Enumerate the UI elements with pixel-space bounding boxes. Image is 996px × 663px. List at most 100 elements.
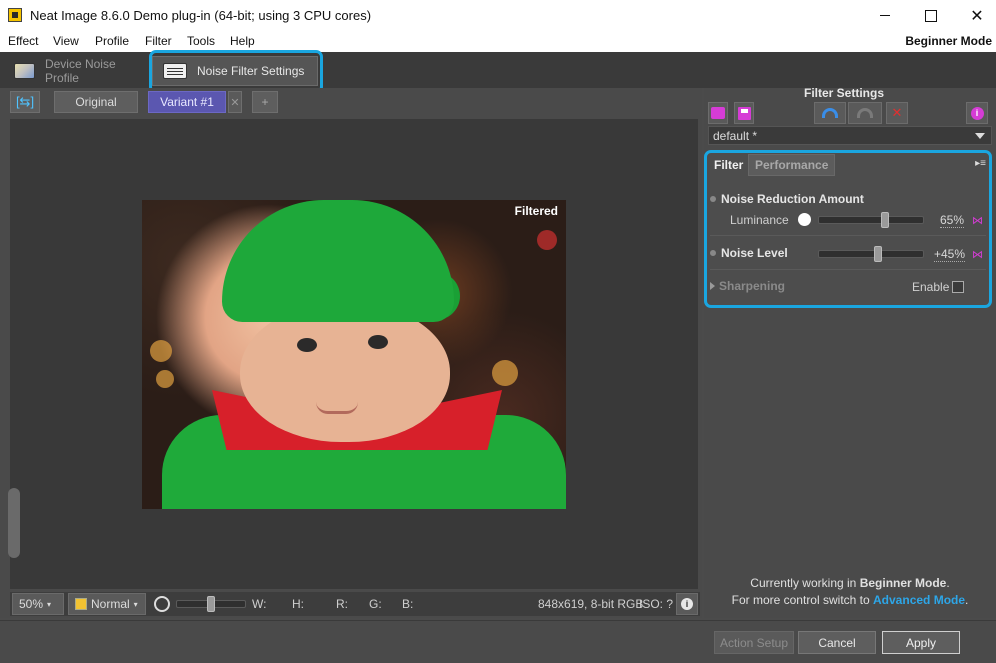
variant-tab-button[interactable]: Variant #1	[148, 91, 226, 113]
tab-filter-label: Noise Filter Settings	[197, 64, 305, 78]
photo-eye	[297, 338, 317, 352]
cancel-button[interactable]: Cancel	[798, 631, 876, 654]
original-button[interactable]: Original	[54, 91, 138, 113]
chevron-down-icon	[975, 133, 985, 139]
filter-settings-pane: Filter Settings ✕ i default * Filter Per…	[704, 86, 996, 618]
preset-value: default *	[713, 128, 758, 143]
iso-readout: ISO: ?	[639, 597, 674, 611]
redo-button[interactable]	[848, 102, 882, 124]
height-readout: H:	[292, 597, 304, 611]
zoom-dropdown[interactable]: 50% ▾	[12, 593, 64, 615]
folder-open-icon	[711, 107, 725, 119]
photo-eye	[368, 335, 388, 349]
noise-level-slider-thumb[interactable]	[874, 246, 882, 262]
save-icon	[737, 106, 751, 120]
advanced-mode-link[interactable]: Advanced Mode	[873, 593, 965, 607]
add-variant-button[interactable]: +	[252, 91, 278, 113]
apply-button[interactable]: Apply	[882, 631, 960, 654]
section-bullet-icon	[710, 196, 716, 202]
preview-pane: [⇆] Original Variant #1 ✕ + Filtered 50%…	[0, 88, 702, 618]
sharpening-section[interactable]: Sharpening	[710, 279, 785, 293]
mode-indicator[interactable]: Beginner Mode	[905, 34, 992, 48]
bokeh-light	[492, 360, 518, 386]
bokeh-light	[156, 370, 174, 388]
luminance-slider[interactable]	[818, 212, 924, 228]
noise-level-section[interactable]: Noise Level	[710, 246, 788, 260]
section-bullet-icon	[710, 250, 716, 256]
image-canvas[interactable]: Filtered	[10, 119, 698, 589]
image-info-button[interactable]: i	[676, 593, 698, 615]
app-logo-icon	[8, 8, 22, 22]
menu-tools[interactable]: Tools	[187, 34, 215, 48]
zoom-value: 50%	[19, 597, 44, 611]
luminance-label: Luminance	[730, 213, 789, 227]
help-info-button[interactable]: i	[966, 102, 988, 124]
noise-level-value[interactable]: +45%	[934, 247, 966, 262]
note-suffix: .	[965, 593, 969, 607]
delete-button[interactable]: ✕	[886, 102, 908, 124]
panel-menu-icon[interactable]: ▸≡	[975, 158, 986, 169]
open-preset-button[interactable]	[708, 102, 728, 124]
compare-view-button[interactable]: [⇆]	[10, 91, 40, 113]
brightness-slider-thumb[interactable]	[207, 596, 215, 612]
bowtie-icon[interactable]: ⋈	[972, 248, 983, 261]
image-info: 848x619, 8-bit RGB	[538, 597, 644, 611]
minimize-button[interactable]	[862, 0, 908, 31]
note-prefix: For more control switch to	[731, 593, 870, 607]
tab-device-noise-profile[interactable]: Device Noise Profile	[4, 56, 148, 86]
note-suffix: .	[946, 576, 950, 590]
view-mode-value: Normal	[91, 597, 130, 611]
main-tab-strip: Device Noise Profile Noise Filter Settin…	[0, 52, 996, 88]
chevron-down-icon: ▾	[47, 599, 52, 609]
undo-button[interactable]	[814, 102, 846, 124]
green-readout: G:	[369, 597, 382, 611]
luminance-indicator-icon	[798, 213, 811, 226]
note-mode: Beginner Mode	[859, 576, 947, 590]
save-preset-button[interactable]	[734, 102, 754, 124]
menu-filter[interactable]: Filter	[145, 34, 172, 48]
luminance-slider-thumb[interactable]	[881, 212, 889, 228]
mode-note-line2: For more control switch to Advanced Mode…	[704, 593, 996, 607]
menu-help[interactable]: Help	[230, 34, 255, 48]
luminance-value[interactable]: 65%	[940, 213, 965, 228]
side-panel-handle[interactable]	[8, 488, 20, 558]
red-readout: R:	[336, 597, 348, 611]
preview-photo[interactable]: Filtered	[142, 200, 566, 509]
noise-reduction-section[interactable]: Noise Reduction Amount	[710, 192, 864, 206]
mode-note-line1: Currently working in Beginner Mode.	[704, 576, 996, 590]
separator	[710, 235, 986, 236]
preset-dropdown[interactable]: default *	[708, 126, 992, 145]
close-button[interactable]: ✕	[954, 0, 996, 31]
menu-view[interactable]: View	[53, 34, 79, 48]
view-mode-dropdown[interactable]: Normal ▾	[68, 593, 146, 615]
sharpening-enable-checkbox[interactable]	[952, 281, 964, 293]
brightness-slider[interactable]	[176, 596, 246, 612]
blue-readout: B:	[402, 597, 414, 611]
photo-hat	[222, 200, 454, 322]
separator	[710, 269, 986, 270]
maximize-button[interactable]	[908, 0, 954, 31]
menu-effect[interactable]: Effect	[8, 34, 38, 48]
photo-mouth	[316, 402, 358, 414]
expand-arrow-icon	[710, 282, 715, 290]
brightness-icon	[154, 596, 170, 612]
subtab-filter[interactable]: Filter	[708, 154, 749, 176]
filtered-label: Filtered	[514, 204, 558, 218]
view-mode-swatch	[75, 598, 87, 610]
sharpening-enable-label: Enable	[912, 280, 950, 294]
info-icon: i	[970, 106, 984, 120]
status-bar: 50% ▾ Normal ▾ W: H: R: G: B: 848x619, 8…	[10, 592, 700, 616]
noise-level-slider[interactable]	[818, 246, 924, 262]
tab-device-label: Device Noise Profile	[44, 57, 116, 85]
noise-reduction-heading: Noise Reduction Amount	[721, 192, 864, 206]
subtab-performance[interactable]: Performance	[748, 154, 836, 176]
action-setup-button[interactable]: Action Setup	[714, 631, 794, 654]
tab-noise-filter-settings[interactable]: Noise Filter Settings	[152, 56, 318, 86]
variant-close-button[interactable]: ✕	[228, 91, 242, 113]
bokeh-light	[537, 230, 557, 250]
menu-profile[interactable]: Profile	[95, 34, 129, 48]
device-profile-icon	[14, 63, 35, 79]
delete-x-icon: ✕	[891, 105, 903, 120]
info-icon: i	[681, 598, 693, 610]
bowtie-icon[interactable]: ⋈	[972, 214, 983, 227]
